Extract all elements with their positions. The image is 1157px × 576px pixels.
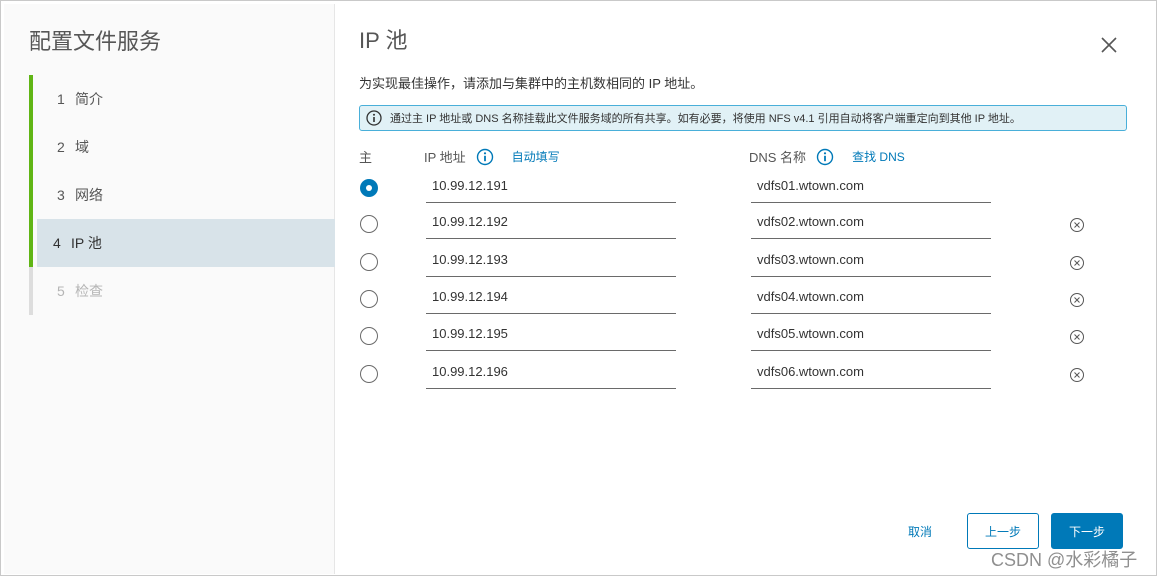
remove-row-icon[interactable] [1069,367,1085,383]
step-number: 2 [57,139,65,155]
dns-name-input[interactable]: vdfs03.wtown.com [751,245,991,277]
step-label: 简介 [75,91,103,107]
primary-radio[interactable] [360,253,378,271]
step-ip-pool[interactable]: 4 IP 池 [29,219,335,267]
info-icon [366,110,382,126]
info-banner-text: 通过主 IP 地址或 DNS 名称挂载此文件服务域的所有共享。如有必要，将使用 … [390,113,1021,125]
ip-address-input[interactable]: 10.99.12.196 [426,357,676,389]
dns-header-label: DNS 名称 [749,150,807,165]
wizard-steps: 1 简介 2 域 3 网络 4 IP 池 5 检查 [29,75,335,315]
dns-name-input[interactable]: vdfs04.wtown.com [751,282,991,314]
page-description: 为实现最佳操作，请添加与集群中的主机数相同的 IP 地址。 [359,76,704,91]
ip-address-input[interactable]: 10.99.12.192 [426,207,676,239]
step-network[interactable]: 3 网络 [29,171,335,219]
step-domain[interactable]: 2 域 [29,123,335,171]
configure-file-service-dialog: 配置文件服务 1 简介 2 域 3 网络 4 IP 池 5 检查 IP 池 为实… [0,0,1157,576]
dns-name-input[interactable]: vdfs01.wtown.com [751,171,991,203]
next-button[interactable]: 下一步 [1051,513,1123,549]
wizard-content: IP 池 为实现最佳操作，请添加与集群中的主机数相同的 IP 地址。 通过主 I… [335,1,1156,575]
step-label: 域 [75,139,89,155]
primary-radio[interactable] [360,327,378,345]
lookup-dns-link[interactable]: 查找 DNS [852,148,905,165]
remove-row-icon[interactable] [1069,255,1085,271]
back-button[interactable]: 上一步 [967,513,1039,549]
step-label: 网络 [75,187,103,203]
ip-pool-row: 10.99.12.191 vdfs01.wtown.com [335,171,1157,209]
dns-name-input[interactable]: vdfs06.wtown.com [751,357,991,389]
step-number: 5 [57,283,65,299]
ip-address-input[interactable]: 10.99.12.191 [426,171,676,203]
ip-pool-row: 10.99.12.195 vdfs05.wtown.com [335,319,1157,357]
dns-info-icon[interactable] [816,148,834,166]
autofill-link[interactable]: 自动填写 [512,148,560,165]
dns-name-input[interactable]: vdfs02.wtown.com [751,207,991,239]
ip-address-input[interactable]: 10.99.12.195 [426,319,676,351]
ip-column-header: IP 地址 自动填写 [424,147,560,166]
ip-address-input[interactable]: 10.99.12.193 [426,245,676,277]
remove-row-icon[interactable] [1069,292,1085,308]
wizard-title: 配置文件服务 [29,29,162,54]
close-icon[interactable] [1099,35,1119,55]
primary-radio[interactable] [360,365,378,383]
step-number: 3 [57,187,65,203]
ip-pool-row: 10.99.12.192 vdfs02.wtown.com [335,207,1157,245]
watermark: CSDN @水彩橘子 [991,550,1138,570]
wizard-sidebar: 配置文件服务 1 简介 2 域 3 网络 4 IP 池 5 检查 [4,4,335,574]
dns-name-input[interactable]: vdfs05.wtown.com [751,319,991,351]
ip-info-icon[interactable] [476,148,494,166]
primary-radio[interactable] [360,215,378,233]
primary-column-header: 主 [359,150,373,165]
step-label: 检查 [75,283,103,299]
primary-radio[interactable] [360,179,378,197]
page-title: IP 池 [359,28,408,53]
ip-pool-row: 10.99.12.196 vdfs06.wtown.com [335,357,1157,395]
step-number: 4 [53,235,61,251]
ip-header-label: IP 地址 [424,150,466,165]
info-banner: 通过主 IP 地址或 DNS 名称挂载此文件服务域的所有共享。如有必要，将使用 … [359,105,1127,131]
step-label: IP 池 [71,235,102,251]
ip-address-input[interactable]: 10.99.12.194 [426,282,676,314]
dns-column-header: DNS 名称 查找 DNS [749,147,905,166]
ip-pool-row: 10.99.12.193 vdfs03.wtown.com [335,245,1157,283]
remove-row-icon[interactable] [1069,217,1085,233]
ip-pool-row: 10.99.12.194 vdfs04.wtown.com [335,282,1157,320]
step-intro[interactable]: 1 简介 [29,75,335,123]
remove-row-icon[interactable] [1069,329,1085,345]
cancel-button[interactable]: 取消 [895,513,945,549]
step-review: 5 检查 [29,267,335,315]
primary-radio[interactable] [360,290,378,308]
step-number: 1 [57,91,65,107]
